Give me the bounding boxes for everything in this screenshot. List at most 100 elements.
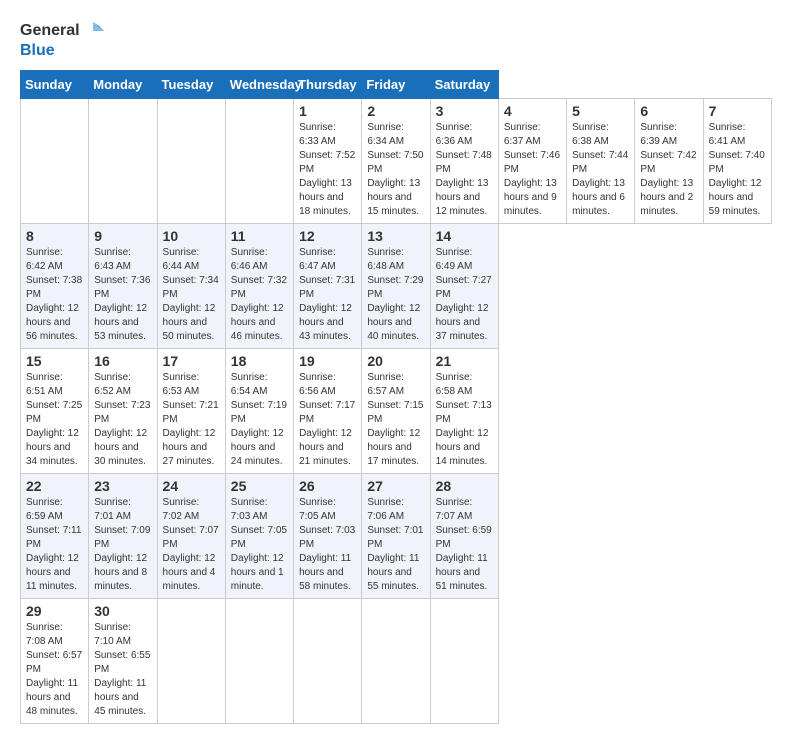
day-info: Sunrise: 7:08 AMSunset: 6:57 PMDaylight:…: [26, 621, 83, 719]
day-number: 15: [26, 353, 83, 369]
day-info: Sunrise: 6:52 AMSunset: 7:23 PMDaylight:…: [94, 371, 151, 469]
day-info: Sunrise: 6:42 AMSunset: 7:38 PMDaylight:…: [26, 246, 83, 344]
calendar-cell: 17 Sunrise: 6:53 AMSunset: 7:21 PMDayligh…: [157, 348, 225, 473]
day-info: Sunrise: 6:46 AMSunset: 7:32 PMDaylight:…: [231, 246, 288, 344]
calendar-cell: 27 Sunrise: 7:06 AMSunset: 7:01 PMDayligh…: [362, 473, 430, 598]
day-number: 5: [572, 103, 629, 119]
week-row-4: 22 Sunrise: 6:59 AMSunset: 7:11 PMDayligh…: [21, 473, 772, 598]
day-number: 1: [299, 103, 356, 119]
day-number: 14: [436, 228, 493, 244]
day-info: Sunrise: 6:59 AMSunset: 7:11 PMDaylight:…: [26, 496, 83, 594]
col-header-tuesday: Tuesday: [157, 70, 225, 98]
day-info: Sunrise: 6:38 AMSunset: 7:44 PMDaylight:…: [572, 121, 629, 219]
calendar-cell: 6 Sunrise: 6:39 AMSunset: 7:42 PMDaylight…: [635, 98, 703, 223]
calendar-cell: 11 Sunrise: 6:46 AMSunset: 7:32 PMDayligh…: [225, 223, 293, 348]
calendar-cell: [89, 98, 157, 223]
calendar-cell: 12Sunrise: 6:47 AMSunset: 7:31 PMDayligh…: [294, 223, 362, 348]
day-info: Sunrise: 7:10 AMSunset: 6:55 PMDaylight:…: [94, 621, 151, 719]
calendar-cell: 2Sunrise: 6:34 AMSunset: 7:50 PMDaylight…: [362, 98, 430, 223]
calendar-cell: 25Sunrise: 7:03 AMSunset: 7:05 PMDayligh…: [225, 473, 293, 598]
day-number: 18: [231, 353, 288, 369]
calendar-cell: 10 Sunrise: 6:44 AMSunset: 7:34 PMDayligh…: [157, 223, 225, 348]
calendar-cell: 8 Sunrise: 6:42 AMSunset: 7:38 PMDaylight…: [21, 223, 89, 348]
col-header-wednesday: Wednesday: [225, 70, 293, 98]
calendar-header-row: SundayMondayTuesdayWednesdayThursdayFrid…: [21, 70, 772, 98]
day-number: 29: [26, 603, 83, 619]
day-info: Sunrise: 6:37 AMSunset: 7:46 PMDaylight:…: [504, 121, 561, 219]
logo: General Blue: [20, 20, 104, 60]
calendar-cell: 28 Sunrise: 7:07 AMSunset: 6:59 PMDayligh…: [430, 473, 498, 598]
day-number: 28: [436, 478, 493, 494]
day-number: 4: [504, 103, 561, 119]
day-info: Sunrise: 6:33 AMSunset: 7:52 PMDaylight:…: [299, 121, 356, 219]
calendar-table: SundayMondayTuesdayWednesdayThursdayFrid…: [20, 70, 772, 724]
calendar-cell: 14Sunrise: 6:49 AMSunset: 7:27 PMDayligh…: [430, 223, 498, 348]
day-info: Sunrise: 6:34 AMSunset: 7:50 PMDaylight:…: [367, 121, 424, 219]
col-header-saturday: Saturday: [430, 70, 498, 98]
day-info: Sunrise: 6:53 AMSunset: 7:21 PMDaylight:…: [163, 371, 220, 469]
calendar-cell: 1 Sunrise: 6:33 AMSunset: 7:52 PMDaylight…: [294, 98, 362, 223]
col-header-monday: Monday: [89, 70, 157, 98]
logo-general-text: General: [20, 22, 80, 40]
day-number: 24: [163, 478, 220, 494]
calendar-cell: 21 Sunrise: 6:58 AMSunset: 7:13 PMDayligh…: [430, 348, 498, 473]
day-number: 26: [299, 478, 356, 494]
day-number: 19: [299, 353, 356, 369]
day-info: Sunrise: 6:47 AMSunset: 7:31 PMDaylight:…: [299, 246, 356, 344]
day-info: Sunrise: 6:39 AMSunset: 7:42 PMDaylight:…: [640, 121, 697, 219]
calendar-cell: [430, 598, 498, 723]
day-info: Sunrise: 6:41 AMSunset: 7:40 PMDaylight:…: [709, 121, 766, 219]
logo-container: General Blue: [20, 20, 104, 60]
calendar-cell: 23 Sunrise: 7:01 AMSunset: 7:09 PMDayligh…: [89, 473, 157, 598]
day-number: 11: [231, 228, 288, 244]
calendar-cell: 22 Sunrise: 6:59 AMSunset: 7:11 PMDayligh…: [21, 473, 89, 598]
day-number: 17: [163, 353, 220, 369]
calendar-cell: [157, 598, 225, 723]
day-info: Sunrise: 6:43 AMSunset: 7:36 PMDaylight:…: [94, 246, 151, 344]
day-number: 6: [640, 103, 697, 119]
day-info: Sunrise: 7:07 AMSunset: 6:59 PMDaylight:…: [436, 496, 493, 594]
day-info: Sunrise: 6:36 AMSunset: 7:48 PMDaylight:…: [436, 121, 493, 219]
day-number: 22: [26, 478, 83, 494]
logo-bird-icon: [82, 20, 104, 42]
week-row-1: 1 Sunrise: 6:33 AMSunset: 7:52 PMDaylight…: [21, 98, 772, 223]
calendar-cell: 20Sunrise: 6:57 AMSunset: 7:15 PMDayligh…: [362, 348, 430, 473]
calendar-cell: [225, 98, 293, 223]
day-number: 21: [436, 353, 493, 369]
day-info: Sunrise: 6:48 AMSunset: 7:29 PMDaylight:…: [367, 246, 424, 344]
day-info: Sunrise: 6:58 AMSunset: 7:13 PMDaylight:…: [436, 371, 493, 469]
calendar-cell: [294, 598, 362, 723]
calendar-cell: 18 Sunrise: 6:54 AMSunset: 7:19 PMDayligh…: [225, 348, 293, 473]
logo-blue-text: Blue: [20, 42, 104, 60]
week-row-5: 29 Sunrise: 7:08 AMSunset: 6:57 PMDayligh…: [21, 598, 772, 723]
calendar-cell: 30 Sunrise: 7:10 AMSunset: 6:55 PMDayligh…: [89, 598, 157, 723]
day-info: Sunrise: 7:05 AMSunset: 7:03 PMDaylight:…: [299, 496, 356, 594]
day-info: Sunrise: 7:01 AMSunset: 7:09 PMDaylight:…: [94, 496, 151, 594]
day-number: 10: [163, 228, 220, 244]
day-number: 3: [436, 103, 493, 119]
day-number: 30: [94, 603, 151, 619]
calendar-cell: 4 Sunrise: 6:37 AMSunset: 7:46 PMDaylight…: [498, 98, 566, 223]
calendar-cell: [362, 598, 430, 723]
day-info: Sunrise: 6:54 AMSunset: 7:19 PMDaylight:…: [231, 371, 288, 469]
day-number: 20: [367, 353, 424, 369]
calendar-cell: 24Sunrise: 7:02 AMSunset: 7:07 PMDayligh…: [157, 473, 225, 598]
day-info: Sunrise: 7:06 AMSunset: 7:01 PMDaylight:…: [367, 496, 424, 594]
page-header: General Blue: [20, 20, 772, 60]
day-number: 23: [94, 478, 151, 494]
calendar-cell: [157, 98, 225, 223]
col-header-friday: Friday: [362, 70, 430, 98]
day-info: Sunrise: 6:44 AMSunset: 7:34 PMDaylight:…: [163, 246, 220, 344]
calendar-cell: 15 Sunrise: 6:51 AMSunset: 7:25 PMDayligh…: [21, 348, 89, 473]
day-number: 8: [26, 228, 83, 244]
week-row-3: 15 Sunrise: 6:51 AMSunset: 7:25 PMDayligh…: [21, 348, 772, 473]
day-number: 27: [367, 478, 424, 494]
col-header-thursday: Thursday: [294, 70, 362, 98]
calendar-cell: 19Sunrise: 6:56 AMSunset: 7:17 PMDayligh…: [294, 348, 362, 473]
calendar-cell: 26 Sunrise: 7:05 AMSunset: 7:03 PMDayligh…: [294, 473, 362, 598]
calendar-cell: 16Sunrise: 6:52 AMSunset: 7:23 PMDayligh…: [89, 348, 157, 473]
day-number: 9: [94, 228, 151, 244]
calendar-cell: 29 Sunrise: 7:08 AMSunset: 6:57 PMDayligh…: [21, 598, 89, 723]
day-info: Sunrise: 6:51 AMSunset: 7:25 PMDaylight:…: [26, 371, 83, 469]
day-number: 13: [367, 228, 424, 244]
